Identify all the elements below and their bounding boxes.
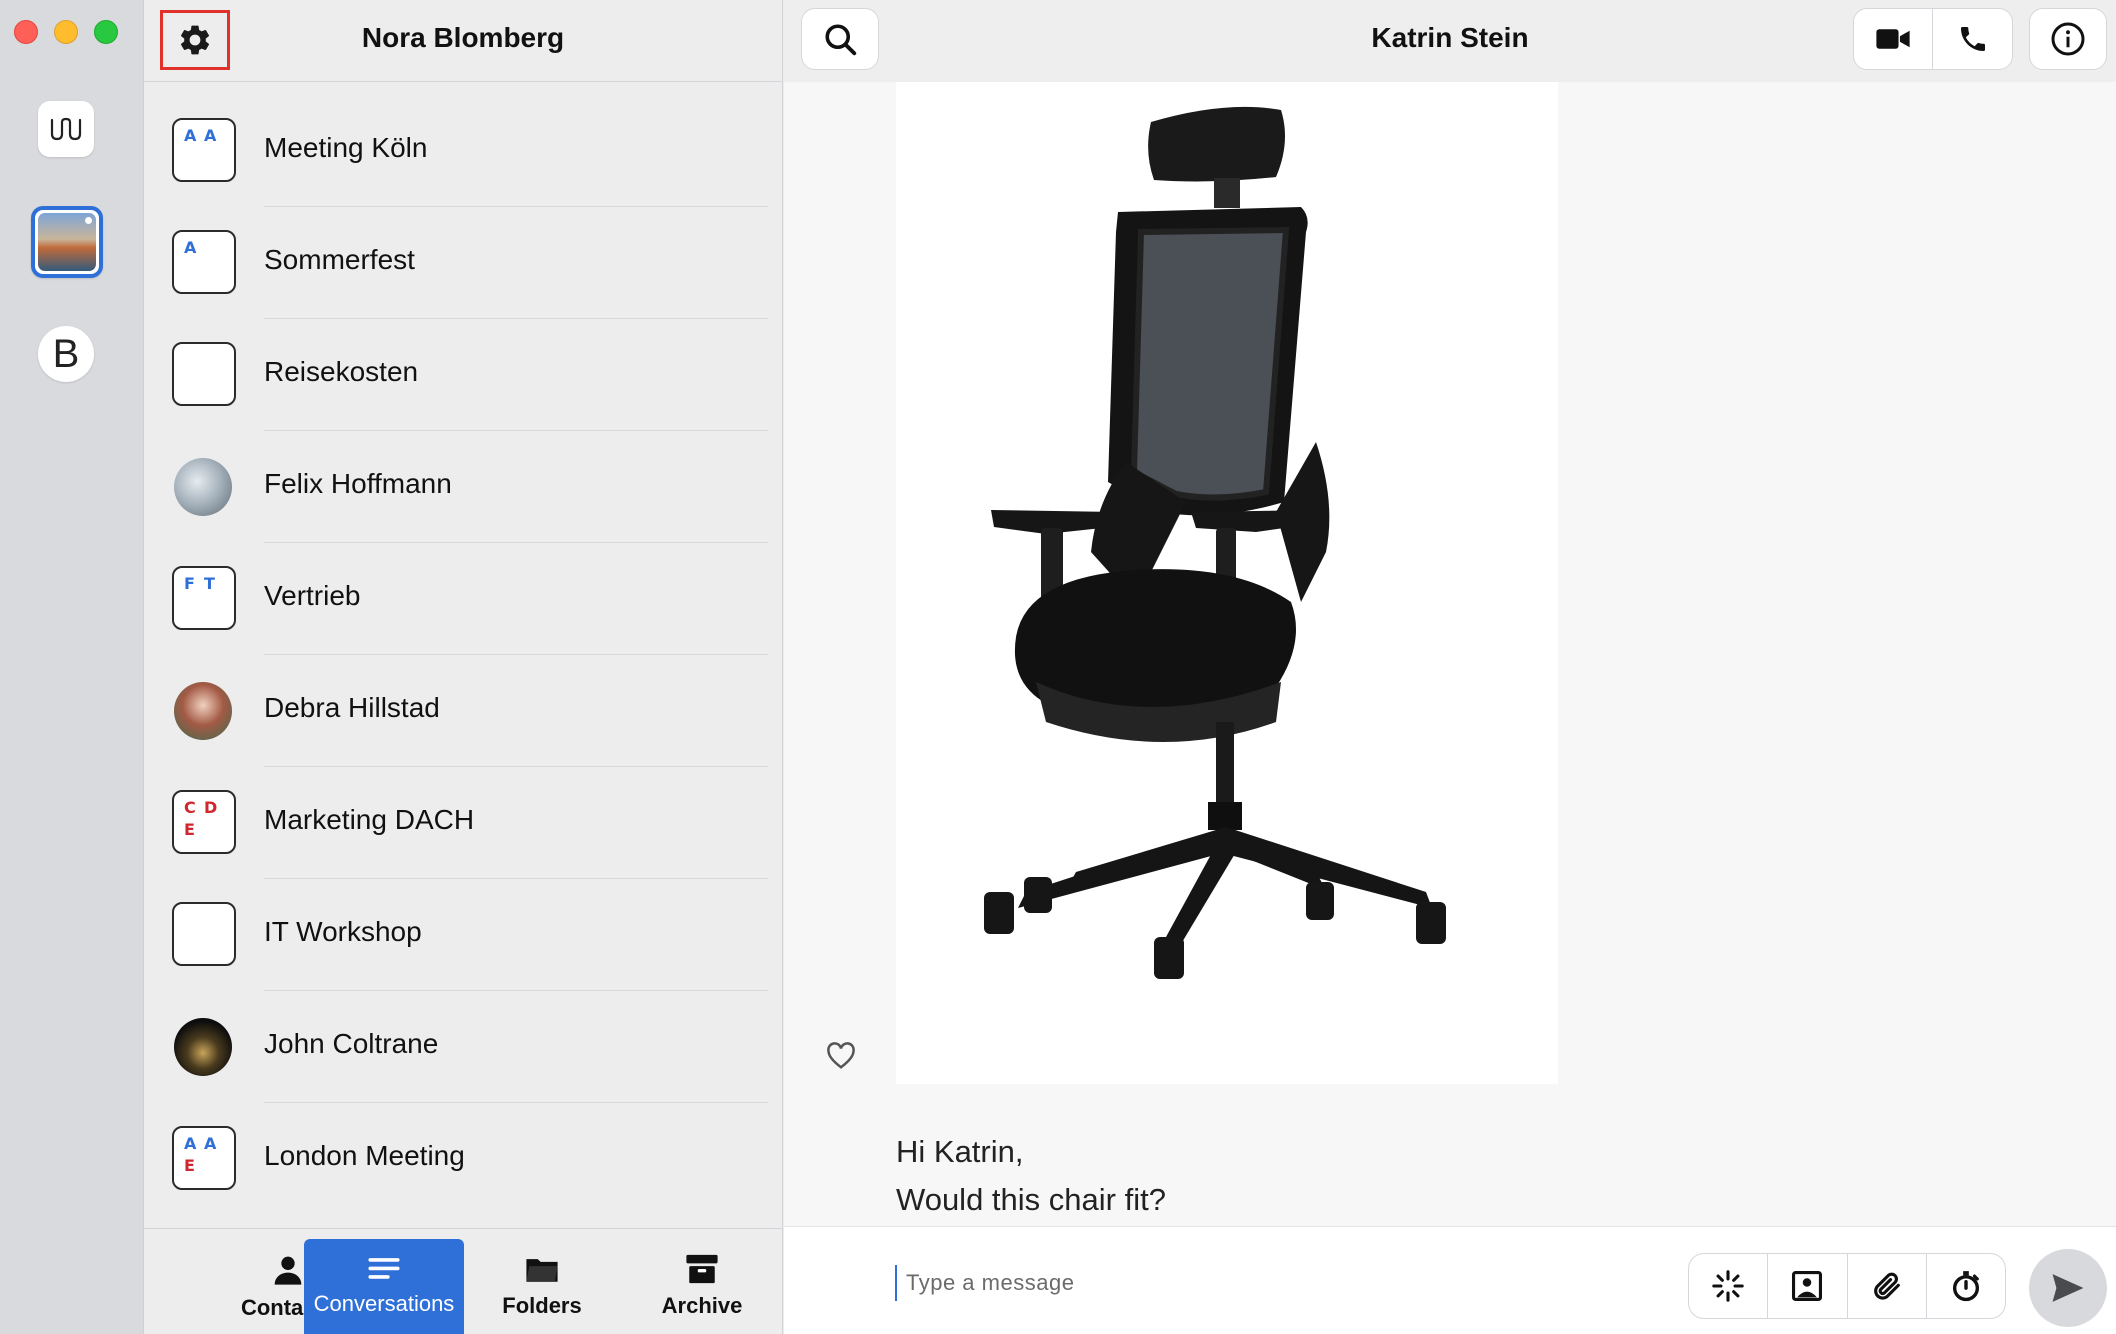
video-camera-icon [1876, 29, 1910, 49]
account-photo[interactable] [31, 206, 103, 278]
tab-archive-label: Archive [661, 1293, 743, 1318]
conversations-icon [368, 1258, 400, 1279]
group-avatar-initial: A [184, 126, 197, 145]
composer-tools [1688, 1253, 2006, 1319]
group-avatar-initial: T [204, 574, 215, 593]
account-photo-image [38, 213, 96, 271]
group-avatar-initial: A [204, 126, 217, 145]
group-avatar-initial: D [204, 798, 218, 817]
ping-button[interactable] [1689, 1254, 1767, 1318]
text-message-line: Hi Katrin, [896, 1134, 1024, 1169]
message-input[interactable] [906, 1261, 1606, 1305]
timer-icon [1952, 1271, 1979, 1302]
user-avatar [174, 682, 232, 740]
conversation-name: London Meeting [264, 1140, 465, 1171]
text-message: Hi Katrin, Would this chair fit? [896, 1128, 1166, 1224]
group-avatar [172, 342, 236, 406]
archive-icon [686, 1254, 718, 1284]
tab-folders[interactable]: Folders [462, 1239, 622, 1334]
group-avatar: AA [172, 118, 236, 182]
list-header: Nora Blomberg [144, 0, 782, 82]
text-message-line: Would this chair fit? [896, 1182, 1166, 1217]
conversation-list: A A Meeting Köln A Sommerfest Reisekosten Feli… [144, 94, 782, 1214]
text-caret [895, 1265, 897, 1301]
account-wire[interactable] [38, 101, 94, 157]
conversation-name: IT Workshop [264, 916, 422, 947]
image-message[interactable] [896, 82, 1558, 1084]
conversation-name: Vertrieb [264, 580, 361, 611]
conversation-row[interactable]: A Sommerfest [144, 206, 782, 318]
conversation-row[interactable]: A A E London Meeting [144, 1102, 782, 1214]
tab-conversations[interactable]: Conversations [304, 1239, 464, 1334]
user-avatar [174, 1018, 232, 1076]
image-icon [1792, 1270, 1823, 1302]
account-name-title: Nora Blomberg [361, 22, 565, 53]
timed-message-button[interactable] [1925, 1254, 2005, 1318]
tab-archive[interactable]: Archive [622, 1239, 782, 1334]
group-avatar: FT [172, 566, 236, 630]
message-composer [784, 1226, 2116, 1334]
group-avatar [172, 902, 236, 966]
conversation-row[interactable]: F T Vertrieb [144, 542, 782, 654]
account-b[interactable]: B [38, 326, 94, 382]
office-chair-image [984, 106, 1446, 979]
conversation-row[interactable]: John Coltrane [144, 990, 782, 1102]
window-minimize-button[interactable] [54, 20, 78, 44]
group-avatar-initial: C [184, 798, 196, 817]
like-heart-icon[interactable] [826, 1042, 856, 1070]
conversation-row[interactable]: A A Meeting Köln [144, 94, 782, 206]
group-avatar-initial: A [184, 1134, 197, 1153]
phone-icon [1960, 27, 1985, 51]
folder-icon [526, 1259, 558, 1282]
conversation-row[interactable]: Felix Hoffmann [144, 430, 782, 542]
window-close-button[interactable] [14, 20, 38, 44]
group-avatar-initial: A [204, 1134, 217, 1153]
conversation-name: Marketing DACH [264, 804, 475, 835]
account-rail: B [0, 0, 144, 1334]
group-avatar: AAE [172, 1126, 236, 1190]
tab-conversations-label: Conversations [313, 1291, 455, 1316]
video-call-button[interactable] [1853, 8, 1933, 70]
person-icon [274, 1256, 302, 1285]
paperclip-icon [1873, 1272, 1900, 1300]
user-avatar [174, 458, 232, 516]
attach-file-button[interactable] [1846, 1254, 1926, 1318]
conversation-list-panel: Nora Blomberg A A Meeting Köln A Sommerfest R… [144, 0, 783, 1334]
chat-header: Katrin Stein [784, 0, 2116, 82]
conversation-name: John Coltrane [264, 1028, 439, 1059]
group-avatar-initial: F [184, 574, 195, 593]
conversation-name: Reisekosten [264, 356, 419, 387]
group-avatar: CDE [172, 790, 236, 854]
tab-folders-label: Folders [502, 1293, 582, 1318]
conversation-row[interactable]: C D E Marketing DACH [144, 766, 782, 878]
group-avatar-initial: E [184, 1156, 195, 1175]
conversation-name: Meeting Köln [264, 132, 428, 163]
send-button[interactable] [2029, 1249, 2107, 1327]
group-avatar: A [172, 230, 236, 294]
image-upload-button[interactable] [1767, 1254, 1846, 1318]
ping-icon [1712, 1270, 1744, 1302]
wire-logo-icon [50, 117, 82, 141]
conversation-name: Debra Hillstad [264, 692, 440, 723]
conversation-info-button[interactable] [2029, 8, 2107, 70]
chat-area: Katrin Stein Hi Katrin, Would this chair… [784, 0, 2116, 1334]
send-icon [2052, 1274, 2084, 1302]
conversation-row[interactable]: IT Workshop [144, 878, 782, 990]
account-b-letter: B [52, 331, 80, 376]
group-avatar-initial: E [184, 820, 195, 839]
window-zoom-button[interactable] [94, 20, 118, 44]
bottom-tab-bar: Contacts Conversations Folders Archive [144, 1228, 782, 1334]
conversation-name: Felix Hoffmann [264, 468, 452, 499]
conversation-row[interactable]: Reisekosten [144, 318, 782, 430]
conversation-row[interactable]: Debra Hillstad [144, 654, 782, 766]
info-icon [2051, 22, 2085, 56]
audio-call-button[interactable] [1933, 8, 2013, 70]
conversation-name: Sommerfest [264, 244, 415, 275]
group-avatar-initial: A [184, 238, 197, 257]
